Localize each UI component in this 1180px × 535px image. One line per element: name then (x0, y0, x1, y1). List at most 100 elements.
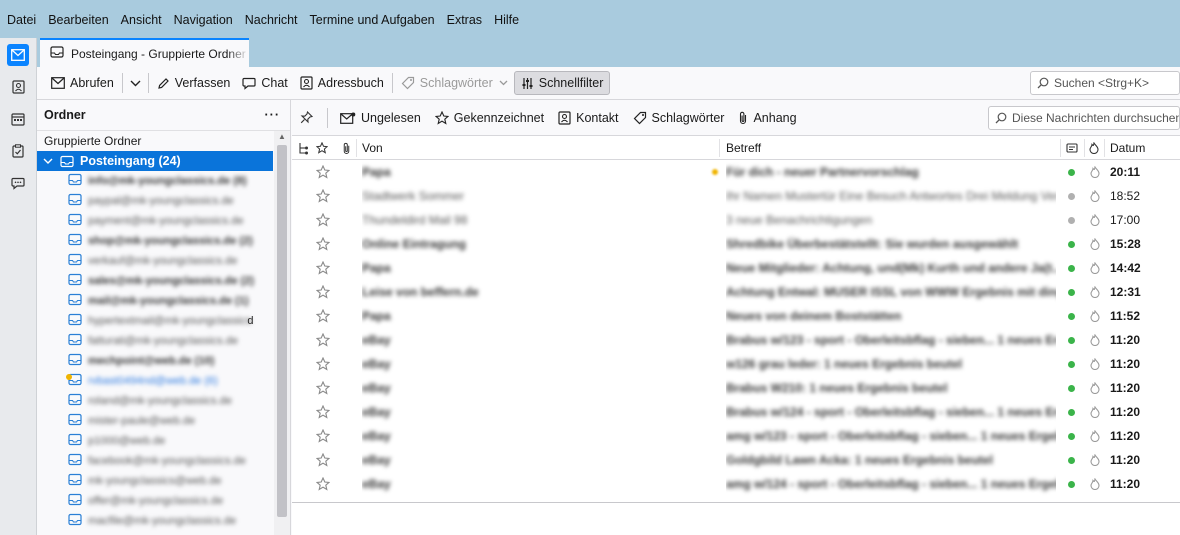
menu-termine-und-aufgaben[interactable]: Termine und Aufgaben (310, 13, 435, 27)
message-row[interactable]: eBay w126 grau leder: 1 neues Ergebnis be… (292, 352, 1180, 376)
tasks-space-button[interactable] (7, 140, 29, 162)
addressbook-button[interactable]: Adressbuch (294, 71, 390, 95)
folder-item[interactable]: verkauf@mk-youngclassics.de (37, 251, 273, 271)
folder-item[interactable]: payment@mk-youngclassics.de (37, 211, 273, 231)
attachment-column-header[interactable] (342, 136, 351, 160)
quickfilter-button[interactable]: Schnellfilter (513, 71, 611, 95)
message-row[interactable]: eBay Brabus w/124 - sport - Oberleitsbfla… (292, 400, 1180, 424)
menu-datei[interactable]: Datei (7, 13, 36, 27)
flame-icon[interactable] (1090, 352, 1100, 376)
folder-item[interactable]: rvbast0494nd@web.de (6) (37, 371, 273, 391)
star-column-header[interactable] (316, 136, 328, 160)
flame-icon[interactable] (1090, 400, 1100, 424)
menu-bearbeiten[interactable]: Bearbeiten (48, 13, 108, 27)
message-row[interactable]: Leise von beffern.de Achtung Entwal: MUSE… (292, 280, 1180, 304)
folder-item[interactable]: facebook@mk-youngclassics.de (37, 451, 273, 471)
star-icon[interactable] (316, 304, 330, 328)
message-row[interactable]: Online Eintragung Shredbike Überbestätste… (292, 232, 1180, 256)
flame-icon[interactable] (1090, 232, 1100, 256)
folder-pane-scrollbar[interactable]: ▲ (274, 131, 290, 535)
sticky-filter-button[interactable] (300, 111, 313, 124)
folder-item[interactable]: mail@mk-youngclassics.de (1) (37, 291, 273, 311)
message-row[interactable]: eBay Brabus W210: 1 neues Ergebnis beutel… (292, 376, 1180, 400)
chat-space-button[interactable] (7, 172, 29, 194)
calendar-space-button[interactable] (7, 108, 29, 130)
message-row[interactable]: eBay Goldgbild Lawn Acka: 1 neues Ergebni… (292, 448, 1180, 472)
star-icon[interactable] (316, 160, 330, 184)
address-book-space-button[interactable] (7, 76, 29, 98)
filter-attachment-button[interactable]: Anhang (738, 111, 797, 125)
star-icon[interactable] (316, 256, 330, 280)
flame-icon[interactable] (1090, 208, 1100, 232)
star-icon[interactable] (316, 208, 330, 232)
tags-button[interactable]: Schlagwörter (395, 71, 514, 95)
folder-item[interactable]: p1000@web.de (37, 431, 273, 451)
message-row[interactable]: eBay amg w/124 - sport - Oberleitsbflag -… (292, 472, 1180, 496)
thread-column-header[interactable] (298, 136, 309, 160)
star-icon[interactable] (316, 184, 330, 208)
flame-icon[interactable] (1090, 448, 1100, 472)
message-row[interactable]: Papa Neue Mitglieder: Achtung, und(Mk) Ku… (292, 256, 1180, 280)
folder-item[interactable]: offer@mk-youngclassics.de (37, 491, 273, 511)
flame-icon[interactable] (1090, 424, 1100, 448)
folder-item[interactable]: sales@mk-youngclassics.de (2) (37, 271, 273, 291)
folder-item[interactable]: fatturati@mk-youngclassics.de (37, 331, 273, 351)
message-row[interactable]: Papa Für dich - neuer Partnervorschlag 20:… (292, 160, 1180, 184)
filter-contact-button[interactable]: Kontakt (558, 111, 619, 125)
menu-nachricht[interactable]: Nachricht (245, 13, 298, 27)
folder-item[interactable]: shop@mk-youngclassics.de (2) (37, 231, 273, 251)
folder-item[interactable]: paypal@mk-youngclassics.de (37, 191, 273, 211)
folder-item[interactable]: mister-paule@web.de (37, 411, 273, 431)
flame-icon[interactable] (1090, 472, 1100, 496)
global-search-input[interactable]: Suchen <Strg+K> (1030, 71, 1180, 95)
from-column-header[interactable]: Von (362, 136, 383, 160)
star-icon[interactable] (316, 232, 330, 256)
filter-starred-button[interactable]: Gekennzeichnet (434, 110, 544, 125)
message-row[interactable]: eBay Brabus w/123 - sport - Oberleitsbfla… (292, 328, 1180, 352)
folder-item[interactable]: mk-youngclassics@web.de (37, 471, 273, 491)
folder-item[interactable]: info@mk-youngclassics.de (8) (37, 171, 273, 191)
star-icon[interactable] (316, 472, 330, 496)
read-status-column-header[interactable] (1089, 136, 1099, 160)
star-icon[interactable] (316, 424, 330, 448)
fetch-button[interactable]: Abrufen (45, 71, 120, 95)
date-column-header[interactable]: Datum (1110, 136, 1145, 160)
chat-button[interactable]: Chat (236, 71, 293, 95)
star-icon[interactable] (316, 328, 330, 352)
mail-space-button[interactable] (7, 44, 29, 66)
status-column-header[interactable] (1066, 136, 1078, 160)
flame-icon[interactable] (1090, 304, 1100, 328)
star-icon[interactable] (316, 448, 330, 472)
scroll-up-icon[interactable]: ▲ (278, 132, 286, 141)
flame-icon[interactable] (1090, 328, 1100, 352)
folder-item[interactable]: hypertextmail@mk-youngclassics d (37, 311, 273, 331)
flame-icon[interactable] (1090, 256, 1100, 280)
menu-navigation[interactable]: Navigation (174, 13, 233, 27)
tab-inbox[interactable]: Posteingang - Gruppierte Ordner (40, 38, 249, 67)
message-row[interactable]: eBay amg w/123 - sport - Oberleitsbflag -… (292, 424, 1180, 448)
fetch-dropdown-button[interactable] (125, 71, 146, 95)
message-row[interactable]: Papa Neues von deinem Boststätten 11:52 (292, 304, 1180, 328)
filter-tags-button[interactable]: Schlagwörter (633, 111, 724, 125)
flame-icon[interactable] (1090, 184, 1100, 208)
folder-item[interactable]: macfile@mk-youngclassics.de (37, 511, 273, 531)
menu-hilfe[interactable]: Hilfe (494, 13, 519, 27)
flame-icon[interactable] (1090, 160, 1100, 184)
message-row[interactable]: Thundeldird Mail 98 3 neue Benachrichtigu… (292, 208, 1180, 232)
scrollbar-thumb[interactable] (277, 145, 287, 517)
flame-icon[interactable] (1090, 280, 1100, 304)
subject-column-header[interactable]: Betreff (726, 136, 761, 160)
menu-ansicht[interactable]: Ansicht (121, 13, 162, 27)
folder-pane-menu-button[interactable]: ··· (265, 108, 281, 122)
message-row[interactable]: Stadtwerk Sommer Ihr Namen Mustertür Eine… (292, 184, 1180, 208)
star-icon[interactable] (316, 280, 330, 304)
star-icon[interactable] (316, 352, 330, 376)
menu-extras[interactable]: Extras (447, 13, 482, 27)
flame-icon[interactable] (1090, 376, 1100, 400)
folder-item-inbox[interactable]: Posteingang (24) (37, 151, 273, 171)
filter-unread-button[interactable]: Ungelesen (340, 111, 421, 125)
star-icon[interactable] (316, 400, 330, 424)
compose-button[interactable]: Verfassen (151, 71, 237, 95)
folder-item[interactable]: roland@mk-youngclassics.de (37, 391, 273, 411)
star-icon[interactable] (316, 376, 330, 400)
